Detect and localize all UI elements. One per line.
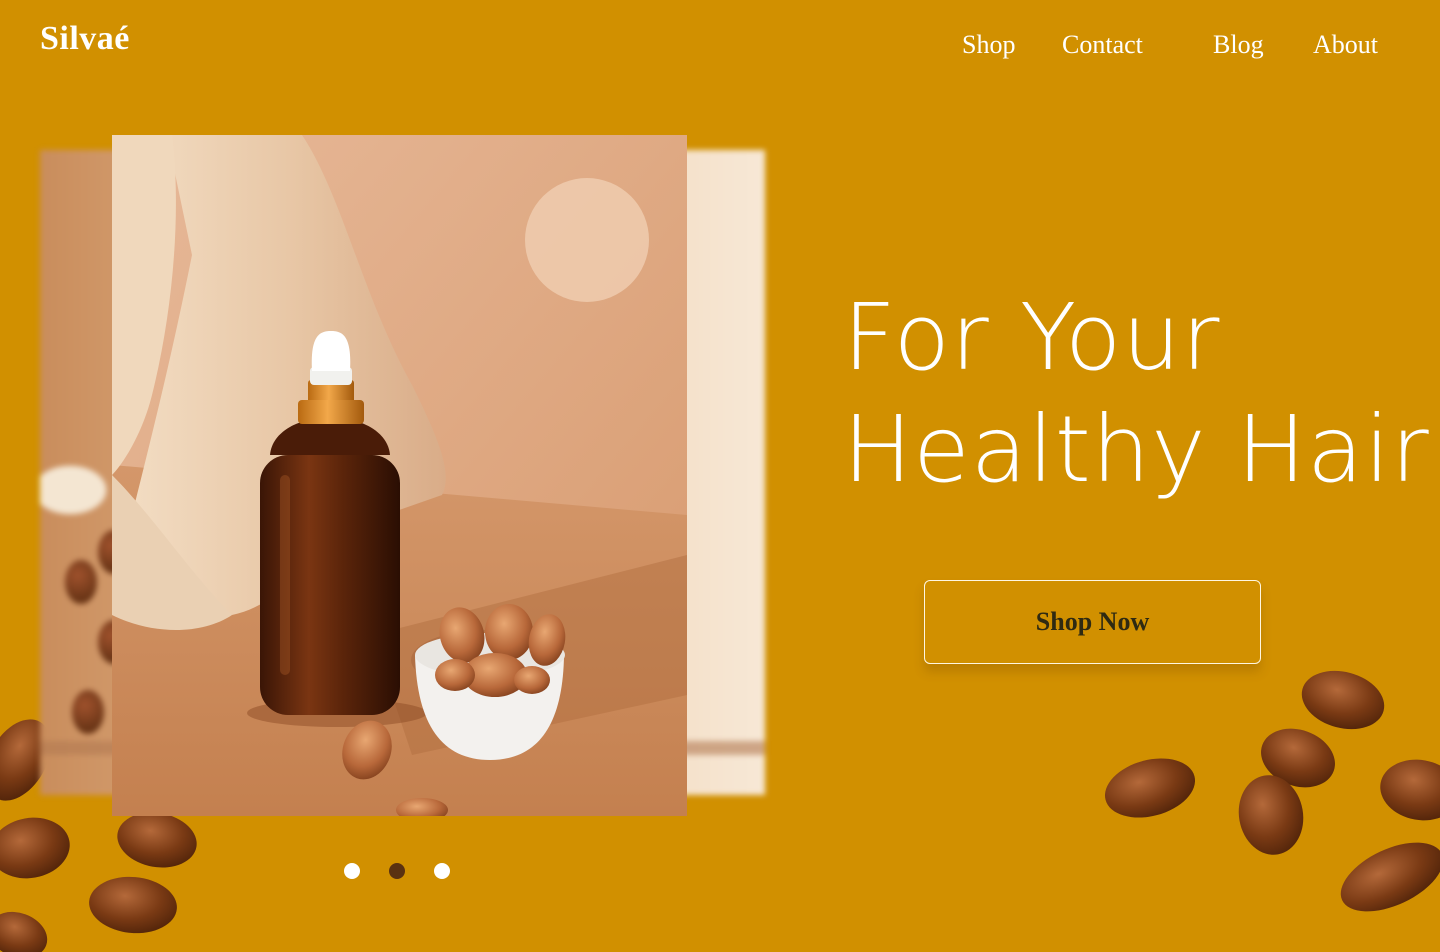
carousel-dot-3[interactable] [434,863,450,879]
hero-headline-line-2: Healthy Hair [843,396,1430,503]
carousel-dot-1[interactable] [344,863,360,879]
nav-item-about[interactable]: About [1313,30,1378,60]
brand-logo[interactable]: Silvaé [40,20,130,58]
hero-headline: For Your Healthy Hair [843,282,1430,506]
shop-now-button[interactable]: Shop Now [924,580,1261,664]
nav-item-contact[interactable]: Contact [1062,30,1143,60]
product-photo [112,135,687,816]
main-nav: Shop Contact Blog About [962,30,1382,66]
nav-item-shop[interactable]: Shop [962,30,1015,60]
nav-item-blog[interactable]: Blog [1213,30,1264,60]
hero-headline-line-1: For Your [843,284,1221,391]
carousel-dot-2-active[interactable] [389,863,405,879]
carousel-pagination [344,863,454,879]
carousel-slide-product-image [112,135,687,816]
